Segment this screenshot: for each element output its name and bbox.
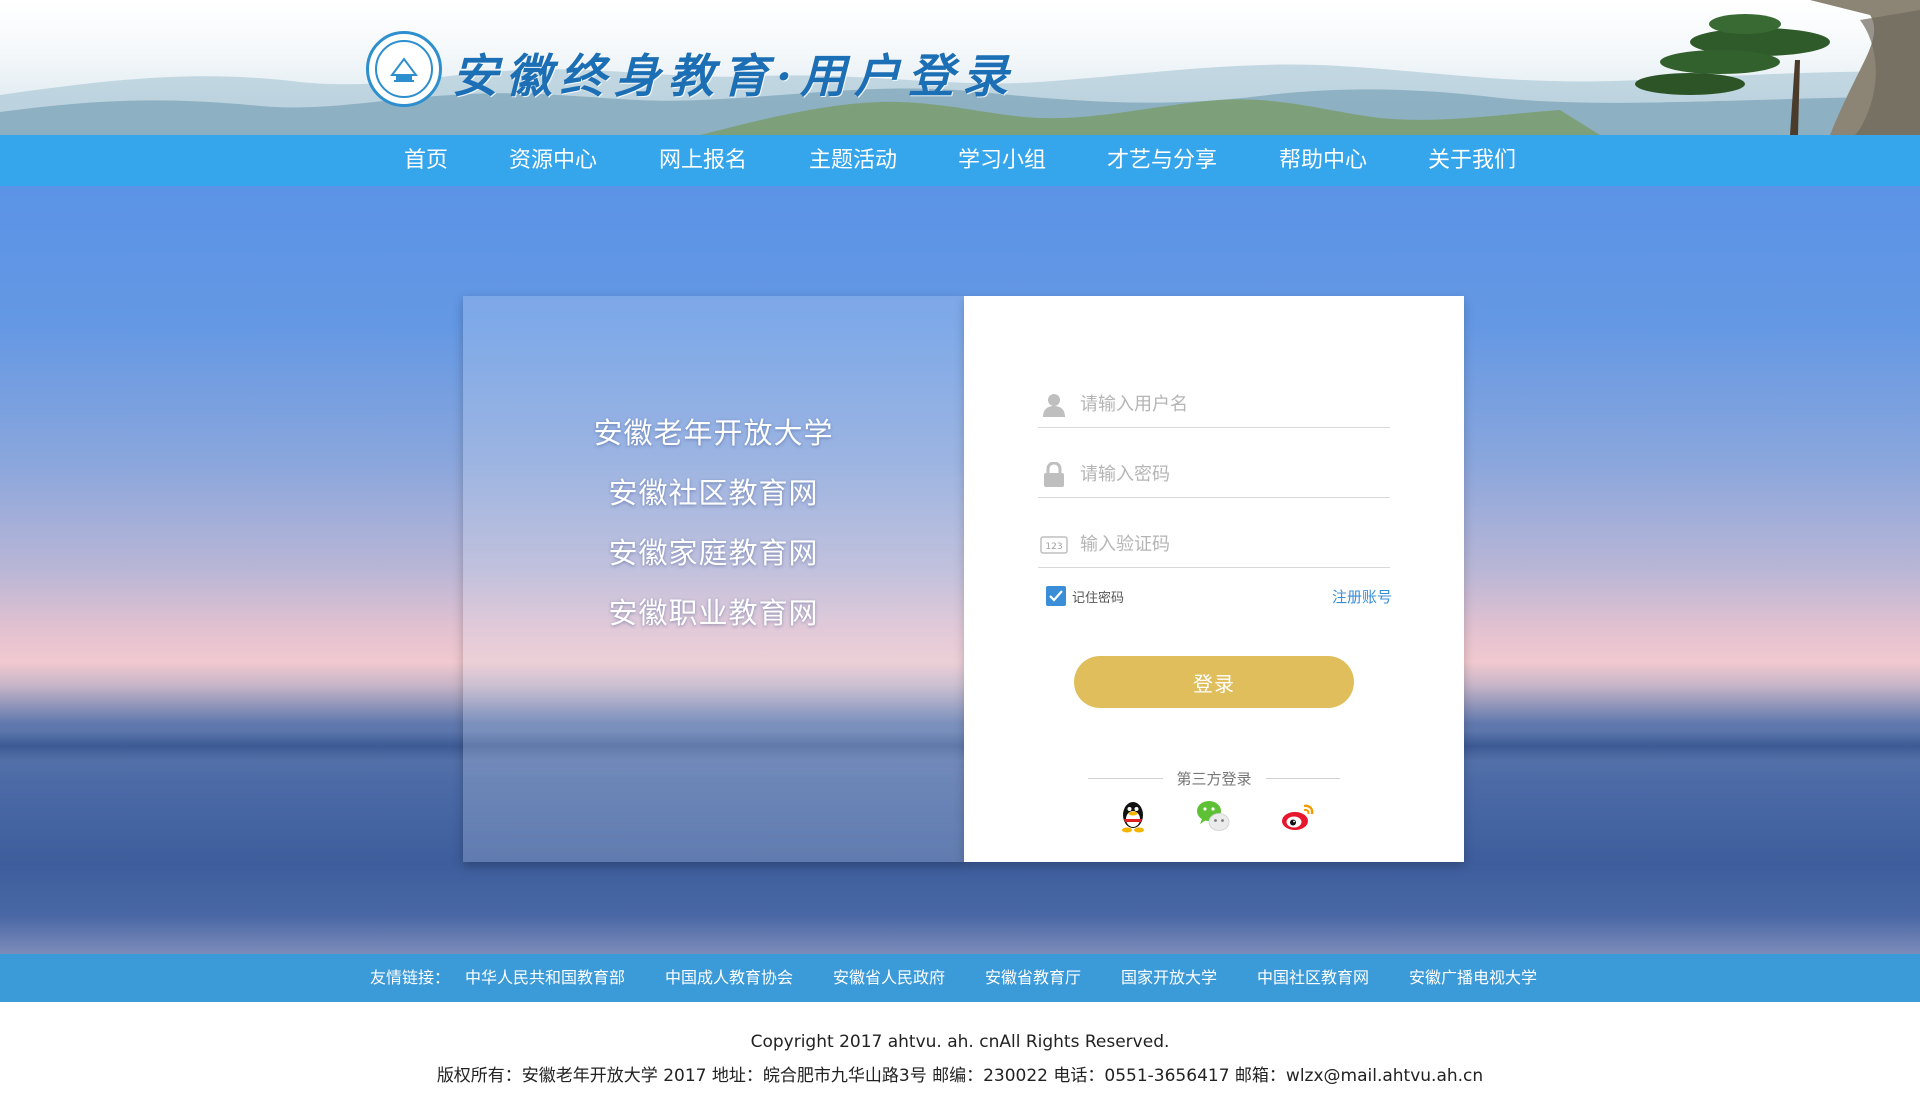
nav-item-about[interactable]: 关于我们 xyxy=(1428,135,1516,186)
divider-line-right xyxy=(1265,778,1341,779)
link-community-education[interactable]: 中国社区教育网 xyxy=(1257,954,1369,1002)
third-party-label: 第三方登录 xyxy=(1176,770,1252,788)
footer-contact-info: 版权所有：安徽老年开放大学 2017 地址：皖合肥市九华山路3号 邮编：2300… xyxy=(436,1066,1484,1086)
nav-item-help[interactable]: 帮助中心 xyxy=(1279,135,1367,186)
link-ministry-of-education[interactable]: 中华人民共和国教育部 xyxy=(465,954,625,1002)
nav-item-study-groups[interactable]: 学习小组 xyxy=(958,135,1046,186)
site-title: 安徽终身教育·用户登录 xyxy=(452,49,1017,103)
remember-label: 记住密码 xyxy=(1072,590,1125,606)
login-form: 123 记住密码 注册账号 登录 第三方登录 xyxy=(964,296,1464,862)
site-name-vocational-education: 安徽职业教育网 xyxy=(608,596,819,630)
password-field xyxy=(1038,452,1390,498)
nav-item-enrollment[interactable]: 网上报名 xyxy=(659,135,747,186)
friend-links-label: 友情链接： xyxy=(370,968,451,987)
wechat-icon[interactable] xyxy=(1195,798,1231,834)
login-button[interactable]: 登录 xyxy=(1074,656,1354,708)
weibo-icon[interactable] xyxy=(1280,798,1316,834)
remember-checkbox[interactable] xyxy=(1046,586,1066,606)
checkmark-icon xyxy=(1049,590,1063,602)
third-party-divider: 第三方登录 xyxy=(1088,768,1341,789)
footer-copyright: Copyright 2017 ahtvu. ah. cnAll Rights R… xyxy=(750,1032,1170,1052)
link-anhui-government[interactable]: 安徽省人民政府 xyxy=(833,954,945,1002)
captcha-input[interactable] xyxy=(1080,534,1370,555)
captcha-123-icon: 123 xyxy=(1038,529,1070,561)
nav-item-activities[interactable]: 主题活动 xyxy=(809,135,897,186)
nav-item-home[interactable]: 首页 xyxy=(404,135,448,186)
link-anhui-radio-tv-university[interactable]: 安徽广播电视大学 xyxy=(1409,954,1537,1002)
divider-line-left xyxy=(1088,778,1163,779)
site-name-family-education: 安徽家庭教育网 xyxy=(608,536,819,570)
site-name-community-education: 安徽社区教育网 xyxy=(608,476,819,510)
site-name-senior-university: 安徽老年开放大学 xyxy=(593,416,834,450)
nav-item-talent-share[interactable]: 才艺与分享 xyxy=(1107,135,1217,186)
friend-links-bar: 友情链接： 中华人民共和国教育部 中国成人教育协会 安徽省人民政府 安徽省教育厅… xyxy=(0,954,1920,1002)
register-link[interactable]: 注册账号 xyxy=(1332,586,1392,607)
school-seal-logo xyxy=(366,31,442,107)
captcha-field: 123 xyxy=(1038,522,1390,568)
remember-password-toggle[interactable]: 记住密码 xyxy=(1046,586,1124,606)
username-field xyxy=(1038,382,1390,428)
header-banner: 安徽终身教育·用户登录 xyxy=(0,0,1920,135)
user-icon xyxy=(1038,389,1070,421)
svg-text:123: 123 xyxy=(1045,542,1062,552)
site-list-panel: 安徽老年开放大学 安徽社区教育网 安徽家庭教育网 安徽职业教育网 xyxy=(463,296,964,862)
username-input[interactable] xyxy=(1080,394,1370,415)
lock-icon xyxy=(1038,459,1070,491)
qq-icon[interactable] xyxy=(1115,798,1151,834)
password-input[interactable] xyxy=(1080,464,1370,485)
link-anhui-education-dept[interactable]: 安徽省教育厅 xyxy=(985,954,1081,1002)
link-adult-education-association[interactable]: 中国成人教育协会 xyxy=(665,954,793,1002)
nav-item-resources[interactable]: 资源中心 xyxy=(509,135,597,186)
link-open-university[interactable]: 国家开放大学 xyxy=(1121,954,1217,1002)
main-nav: 首页 资源中心 网上报名 主题活动 学习小组 才艺与分享 帮助中心 关于我们 xyxy=(0,135,1920,186)
